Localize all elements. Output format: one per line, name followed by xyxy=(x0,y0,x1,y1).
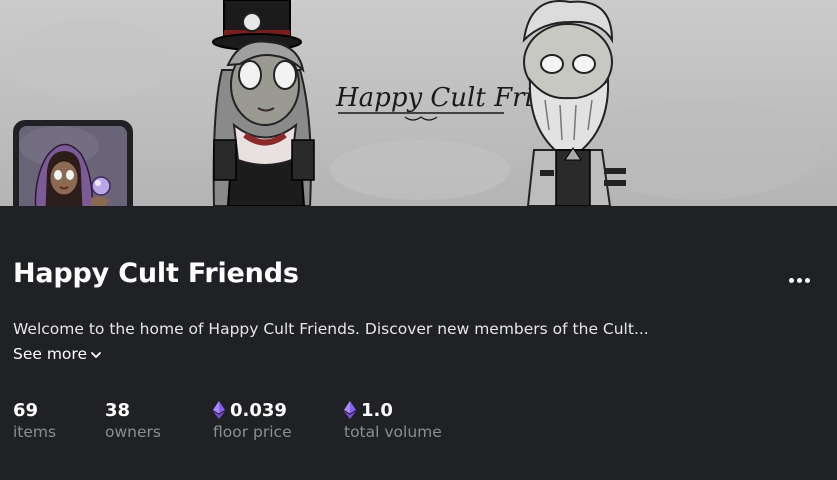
stat-value: 0.039 xyxy=(230,399,287,421)
stat-value: 69 xyxy=(13,399,39,421)
see-more-button[interactable]: See more xyxy=(13,345,101,363)
collection-title: Happy Cult Friends xyxy=(13,258,299,289)
stat-label: owners xyxy=(105,423,161,441)
stat-value: 1.0 xyxy=(361,399,393,421)
ethereum-icon xyxy=(213,401,225,419)
stat-floor-price: 0.039 floor price xyxy=(213,398,292,441)
stat-value: 38 xyxy=(105,399,131,421)
more-options-button[interactable] xyxy=(780,266,818,294)
more-options-dot xyxy=(796,277,802,283)
more-options-dot xyxy=(804,277,810,283)
ethereum-icon xyxy=(344,401,356,419)
stat-items: 69 items xyxy=(13,398,57,442)
stat-label: items xyxy=(13,423,57,441)
stat-value-row: 1.0 xyxy=(344,398,442,422)
stat-total-volume: 1.0 total volume xyxy=(344,398,442,441)
see-more-label: See more xyxy=(13,345,87,363)
chevron-down-icon xyxy=(91,351,101,358)
stat-label: total volume xyxy=(344,423,442,441)
more-options-icon xyxy=(788,277,794,283)
stat-owners: 38 owners xyxy=(105,398,161,442)
collection-header: Happy Cult Friends Welcome to the home o… xyxy=(0,206,837,480)
stat-label: floor price xyxy=(213,423,292,441)
stat-value-row: 0.039 xyxy=(213,398,292,422)
collection-description: Welcome to the home of Happy Cult Friend… xyxy=(13,320,649,338)
